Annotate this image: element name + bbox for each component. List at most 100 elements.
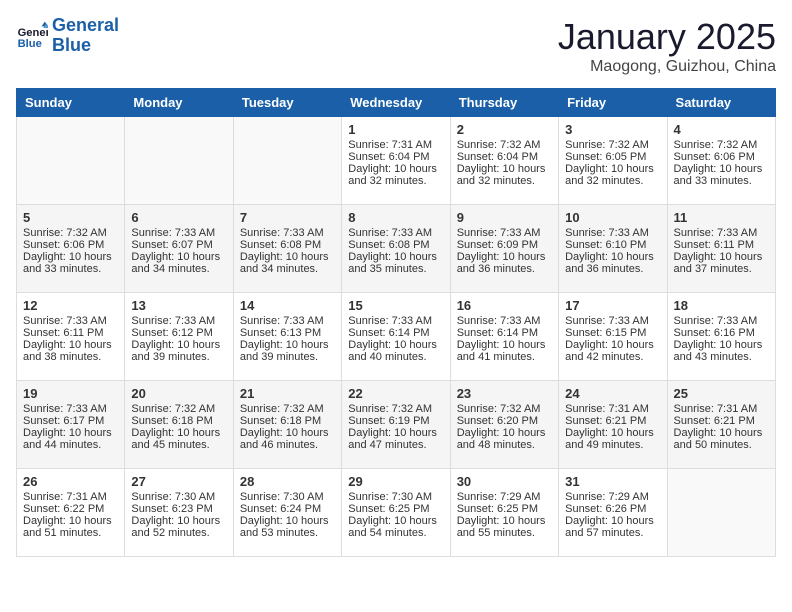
sunrise-text: Sunrise: 7:33 AM	[565, 227, 660, 239]
calendar-cell: 14Sunrise: 7:33 AMSunset: 6:13 PMDayligh…	[233, 293, 341, 381]
logo-text: General Blue	[52, 16, 119, 56]
day-number: 25	[674, 386, 769, 401]
sunset-text: Sunset: 6:18 PM	[240, 415, 335, 427]
sunset-text: Sunset: 6:24 PM	[240, 503, 335, 515]
calendar-cell: 15Sunrise: 7:33 AMSunset: 6:14 PMDayligh…	[342, 293, 450, 381]
sunset-text: Sunset: 6:12 PM	[131, 327, 226, 339]
sunrise-text: Sunrise: 7:31 AM	[23, 491, 118, 503]
calendar-cell: 9Sunrise: 7:33 AMSunset: 6:09 PMDaylight…	[450, 205, 558, 293]
sunset-text: Sunset: 6:25 PM	[348, 503, 443, 515]
daylight-text: Daylight: 10 hours and 34 minutes.	[131, 251, 226, 275]
daylight-text: Daylight: 10 hours and 48 minutes.	[457, 427, 552, 451]
daylight-text: Daylight: 10 hours and 32 minutes.	[348, 163, 443, 187]
sunset-text: Sunset: 6:16 PM	[674, 327, 769, 339]
daylight-text: Daylight: 10 hours and 37 minutes.	[674, 251, 769, 275]
sunset-text: Sunset: 6:08 PM	[240, 239, 335, 251]
day-number: 10	[565, 210, 660, 225]
sunrise-text: Sunrise: 7:32 AM	[457, 403, 552, 415]
calendar-cell: 2Sunrise: 7:32 AMSunset: 6:04 PMDaylight…	[450, 117, 558, 205]
day-number: 22	[348, 386, 443, 401]
calendar-cell	[667, 469, 775, 557]
logo: General Blue General Blue	[16, 16, 119, 56]
sunset-text: Sunset: 6:13 PM	[240, 327, 335, 339]
sunset-text: Sunset: 6:14 PM	[348, 327, 443, 339]
daylight-text: Daylight: 10 hours and 32 minutes.	[457, 163, 552, 187]
daylight-text: Daylight: 10 hours and 43 minutes.	[674, 339, 769, 363]
daylight-text: Daylight: 10 hours and 39 minutes.	[240, 339, 335, 363]
calendar-cell: 25Sunrise: 7:31 AMSunset: 6:21 PMDayligh…	[667, 381, 775, 469]
logo-line1: General	[52, 15, 119, 35]
daylight-text: Daylight: 10 hours and 51 minutes.	[23, 515, 118, 539]
daylight-text: Daylight: 10 hours and 41 minutes.	[457, 339, 552, 363]
calendar-cell: 13Sunrise: 7:33 AMSunset: 6:12 PMDayligh…	[125, 293, 233, 381]
sunset-text: Sunset: 6:11 PM	[23, 327, 118, 339]
daylight-text: Daylight: 10 hours and 45 minutes.	[131, 427, 226, 451]
sunset-text: Sunset: 6:15 PM	[565, 327, 660, 339]
daylight-text: Daylight: 10 hours and 44 minutes.	[23, 427, 118, 451]
daylight-text: Daylight: 10 hours and 49 minutes.	[565, 427, 660, 451]
calendar-cell: 8Sunrise: 7:33 AMSunset: 6:08 PMDaylight…	[342, 205, 450, 293]
weekday-header-saturday: Saturday	[667, 89, 775, 117]
sunset-text: Sunset: 6:09 PM	[457, 239, 552, 251]
day-number: 3	[565, 122, 660, 137]
calendar-cell: 29 Sunrise: 7:30 AMSunset: 6:25 PMDayligh…	[342, 469, 450, 557]
calendar-cell: 27Sunrise: 7:30 AMSunset: 6:23 PMDayligh…	[125, 469, 233, 557]
daylight-text: Daylight: 10 hours and 35 minutes.	[348, 251, 443, 275]
calendar-cell: 31Sunrise: 7:29 AMSunset: 6:26 PMDayligh…	[559, 469, 667, 557]
week-row-3: 12Sunrise: 7:33 AMSunset: 6:11 PMDayligh…	[17, 293, 776, 381]
weekday-header-tuesday: Tuesday	[233, 89, 341, 117]
daylight-text: Daylight: 10 hours and 54 minutes.	[348, 515, 443, 539]
page-header: General Blue General Blue January 2025 M…	[16, 16, 776, 76]
weekday-header-sunday: Sunday	[17, 89, 125, 117]
day-number: 14	[240, 298, 335, 313]
calendar-cell: 22 Sunrise: 7:32 AMSunset: 6:19 PMDayligh…	[342, 381, 450, 469]
day-number: 16	[457, 298, 552, 313]
calendar-cell: 23Sunrise: 7:32 AMSunset: 6:20 PMDayligh…	[450, 381, 558, 469]
sunrise-text: Sunrise: 7:32 AM	[131, 403, 226, 415]
day-number: 11	[674, 210, 769, 225]
day-number: 20	[131, 386, 226, 401]
day-number: 2	[457, 122, 552, 137]
sunrise-text: Sunrise: 7:33 AM	[674, 315, 769, 327]
calendar-cell: 19Sunrise: 7:33 AMSunset: 6:17 PMDayligh…	[17, 381, 125, 469]
day-number: 4	[674, 122, 769, 137]
daylight-text: Daylight: 10 hours and 38 minutes.	[23, 339, 118, 363]
sunrise-text: Sunrise: 7:30 AM	[348, 491, 443, 503]
calendar-cell: 24Sunrise: 7:31 AMSunset: 6:21 PMDayligh…	[559, 381, 667, 469]
day-number: 1	[348, 122, 443, 137]
calendar-cell: 5Sunrise: 7:32 AMSunset: 6:06 PMDaylight…	[17, 205, 125, 293]
daylight-text: Daylight: 10 hours and 57 minutes.	[565, 515, 660, 539]
sunset-text: Sunset: 6:11 PM	[674, 239, 769, 251]
day-number: 21	[240, 386, 335, 401]
week-row-4: 19Sunrise: 7:33 AMSunset: 6:17 PMDayligh…	[17, 381, 776, 469]
day-number: 12	[23, 298, 118, 313]
calendar-cell: 21Sunrise: 7:32 AMSunset: 6:18 PMDayligh…	[233, 381, 341, 469]
weekday-header-monday: Monday	[125, 89, 233, 117]
daylight-text: Daylight: 10 hours and 46 minutes.	[240, 427, 335, 451]
daylight-text: Daylight: 10 hours and 32 minutes.	[565, 163, 660, 187]
daylight-text: Daylight: 10 hours and 36 minutes.	[565, 251, 660, 275]
sunrise-text: Sunrise: 7:32 AM	[674, 139, 769, 151]
sunset-text: Sunset: 6:22 PM	[23, 503, 118, 515]
calendar-cell: 30Sunrise: 7:29 AMSunset: 6:25 PMDayligh…	[450, 469, 558, 557]
day-number: 29	[348, 474, 443, 489]
sunset-text: Sunset: 6:04 PM	[348, 151, 443, 163]
sunrise-text: Sunrise: 7:30 AM	[240, 491, 335, 503]
sunset-text: Sunset: 6:19 PM	[348, 415, 443, 427]
sunset-text: Sunset: 6:06 PM	[674, 151, 769, 163]
weekday-header-friday: Friday	[559, 89, 667, 117]
logo-icon: General Blue	[16, 20, 48, 52]
calendar-cell	[125, 117, 233, 205]
daylight-text: Daylight: 10 hours and 52 minutes.	[131, 515, 226, 539]
sunset-text: Sunset: 6:08 PM	[348, 239, 443, 251]
title-block: January 2025 Maogong, Guizhou, China	[558, 16, 776, 76]
sunset-text: Sunset: 6:17 PM	[23, 415, 118, 427]
daylight-text: Daylight: 10 hours and 47 minutes.	[348, 427, 443, 451]
sunrise-text: Sunrise: 7:33 AM	[348, 315, 443, 327]
sunrise-text: Sunrise: 7:31 AM	[565, 403, 660, 415]
week-row-1: 1Sunrise: 7:31 AMSunset: 6:04 PMDaylight…	[17, 117, 776, 205]
calendar-cell: 26Sunrise: 7:31 AMSunset: 6:22 PMDayligh…	[17, 469, 125, 557]
day-number: 17	[565, 298, 660, 313]
sunrise-text: Sunrise: 7:32 AM	[348, 403, 443, 415]
weekday-header-row: SundayMondayTuesdayWednesdayThursdayFrid…	[17, 89, 776, 117]
